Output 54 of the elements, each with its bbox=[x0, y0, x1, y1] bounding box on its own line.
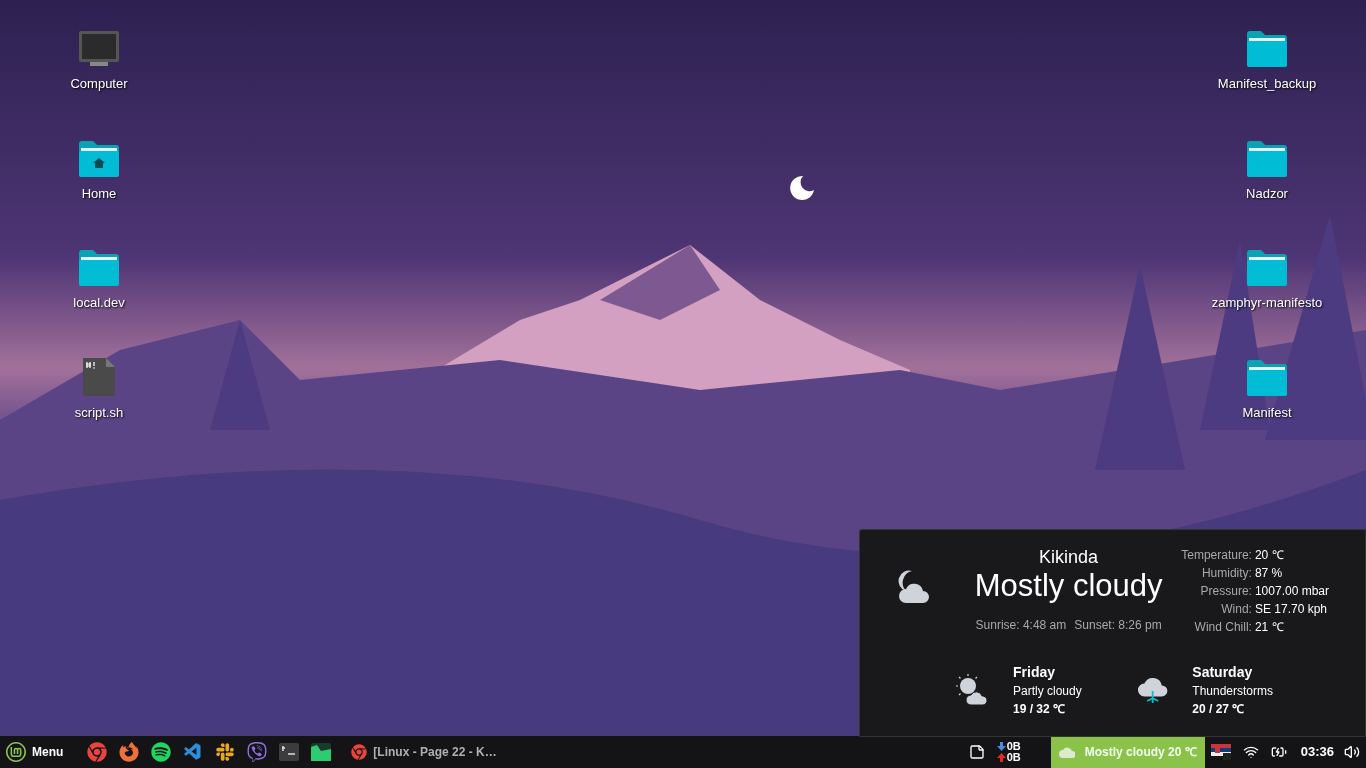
script-file-icon bbox=[82, 356, 116, 397]
detail-label: Wind: bbox=[1220, 601, 1252, 618]
sunset-time: Sunset: 8:26 pm bbox=[1074, 617, 1162, 634]
chrome-icon bbox=[351, 744, 368, 760]
forecast-condition: Thunderstorms bbox=[1192, 683, 1273, 700]
menu-button[interactable]: Menu bbox=[6, 736, 76, 768]
desktop-icon-label[interactable]: Manifest_backup bbox=[1217, 74, 1317, 94]
folder-icon bbox=[1246, 249, 1288, 287]
desktop-icon-label[interactable]: Computer bbox=[70, 74, 128, 94]
detail-label: Humidity: bbox=[1200, 565, 1252, 582]
clock[interactable]: 03:36 bbox=[1300, 742, 1334, 762]
forecast-temperature: 20 / 27 ℃ bbox=[1192, 701, 1246, 718]
download-speed: 0B bbox=[1006, 741, 1021, 752]
battery-icon[interactable] bbox=[1270, 744, 1287, 760]
desktop-icon-label[interactable]: Home bbox=[81, 183, 117, 203]
code-editor-icon bbox=[183, 742, 204, 762]
desktop-icon-label[interactable]: Nadzor bbox=[1246, 183, 1288, 203]
detail-label: Wind Chill: bbox=[1193, 619, 1252, 636]
detail-value: 87 % bbox=[1254, 565, 1284, 582]
down-arrow-icon bbox=[996, 742, 1006, 751]
desktop-icon-label[interactable]: local.dev bbox=[73, 293, 125, 313]
forecast-day: Saturday bbox=[1192, 662, 1273, 682]
sticky-note-icon bbox=[968, 744, 985, 760]
volume-icon[interactable] bbox=[1344, 744, 1360, 760]
desktop-icon-label[interactable]: zamphyr-manifesto bbox=[1211, 293, 1323, 313]
window-list-item[interactable]: [Linux - Page 22 - K… bbox=[351, 736, 497, 768]
cloud-icon bbox=[1058, 745, 1075, 759]
forecast-temperature: 19 / 32 ℃ bbox=[1013, 701, 1067, 718]
detail-value: SE 17.70 kph bbox=[1254, 601, 1328, 618]
forecast-condition: Partly cloudy bbox=[1013, 683, 1082, 700]
detail-label: Temperature: bbox=[1181, 547, 1252, 564]
monitor-icon bbox=[78, 30, 120, 68]
terminal-icon bbox=[279, 743, 300, 761]
city-name: Kikinda bbox=[1039, 546, 1099, 569]
desktop-icon-label[interactable]: Manifest bbox=[1242, 402, 1292, 422]
sun-cloud-icon bbox=[955, 673, 989, 707]
upload-speed: 0B bbox=[1006, 752, 1021, 763]
current-condition: Mostly cloudy bbox=[974, 569, 1163, 603]
keyboard-layout-flag-icon[interactable] bbox=[1210, 744, 1231, 760]
detail-value: 1007.00 mbar bbox=[1254, 583, 1329, 600]
folder-icon bbox=[1246, 30, 1288, 68]
wifi-icon[interactable] bbox=[1242, 744, 1259, 760]
detail-label: Pressure: bbox=[1199, 583, 1252, 600]
detail-value: 21 ℃ bbox=[1254, 619, 1285, 636]
forecast-day: Friday bbox=[1013, 662, 1082, 682]
desktop-icon-label[interactable]: script.sh bbox=[74, 402, 124, 422]
folder-icon bbox=[78, 249, 120, 287]
crescent-moon bbox=[790, 176, 814, 200]
system-monitor-icon bbox=[311, 743, 332, 761]
slack-icon bbox=[215, 742, 236, 762]
up-arrow-icon bbox=[996, 753, 1006, 762]
sunrise-time: Sunrise: 4:48 am bbox=[975, 617, 1067, 634]
mint-logo bbox=[6, 742, 26, 762]
detail-value: 20 ℃ bbox=[1254, 547, 1285, 564]
